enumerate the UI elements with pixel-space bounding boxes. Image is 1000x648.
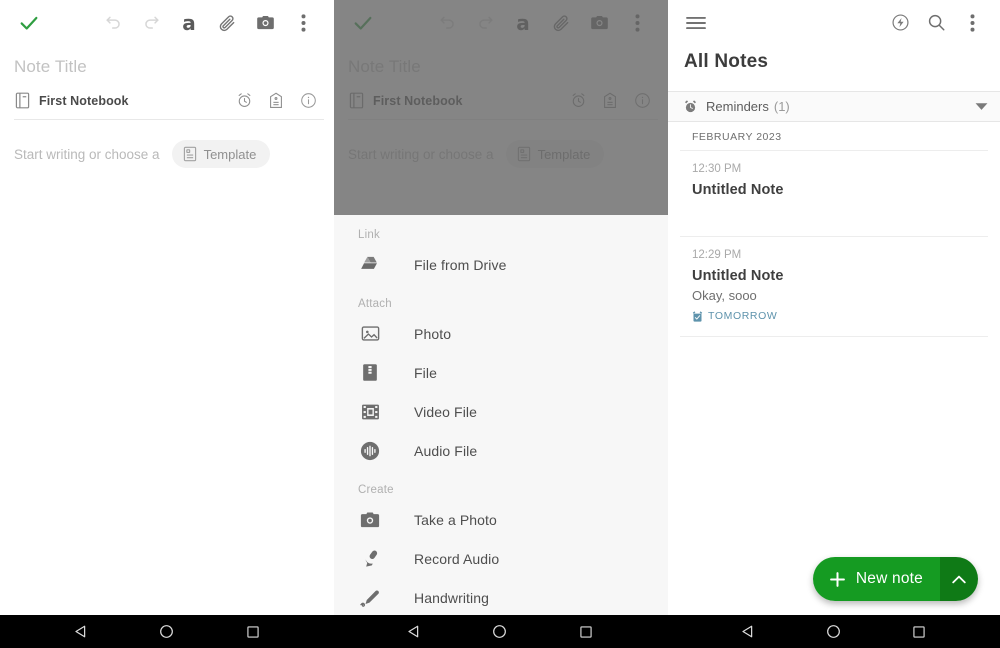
- note-list-item[interactable]: 12:30 PM Untitled Note: [680, 151, 988, 237]
- alarm-icon[interactable]: [228, 88, 260, 114]
- chevron-down-icon[interactable]: [975, 102, 988, 111]
- notes-toolbar: [668, 0, 1000, 45]
- new-note-expand-button[interactable]: [940, 557, 978, 601]
- attachment-bottom-sheet: Link File from Drive Attach: [334, 215, 668, 615]
- quick-note-flash-icon[interactable]: [882, 5, 918, 41]
- back-icon[interactable]: [68, 619, 94, 645]
- home-icon[interactable]: [820, 619, 846, 645]
- notebook-icon: [14, 88, 30, 114]
- template-icon: [183, 146, 197, 162]
- template-chip[interactable]: Template: [172, 140, 271, 168]
- reminders-row[interactable]: Reminders (1): [668, 91, 1000, 122]
- note-time: 12:30 PM: [692, 163, 976, 175]
- editor-body-placeholder[interactable]: Start writing or choose a: [14, 147, 160, 162]
- sheet-item-label: Audio File: [414, 443, 477, 459]
- video-file-icon: [358, 400, 382, 424]
- search-icon[interactable]: [918, 5, 954, 41]
- page-title: All Notes: [668, 45, 1000, 73]
- text-format-label: a: [182, 13, 196, 33]
- sheet-item-label: Photo: [414, 326, 451, 342]
- note-title: Untitled Note: [692, 182, 976, 198]
- editor-body: Start writing or choose a Template: [14, 140, 334, 168]
- overflow-menu-icon[interactable]: [284, 4, 322, 42]
- note-title: Untitled Note: [692, 268, 976, 284]
- alarm-clock-icon: [684, 100, 697, 113]
- sheet-item-file[interactable]: File: [334, 353, 668, 392]
- status-badge: TOMORROW: [692, 310, 976, 322]
- sheet-item-file-from-drive[interactable]: File from Drive: [334, 245, 668, 284]
- sheet-section-label: Attach: [334, 284, 668, 314]
- sheet-item-label: Handwriting: [414, 590, 489, 606]
- attach-paperclip-icon[interactable]: [208, 4, 246, 42]
- reminders-label: Reminders: [706, 99, 769, 114]
- note-list-item[interactable]: 12:29 PM Untitled Note Okay, sooo TOMORR…: [680, 237, 988, 337]
- modal-scrim[interactable]: [334, 0, 668, 215]
- sheet-item-audio-file[interactable]: Audio File: [334, 431, 668, 470]
- panel-all-notes: All Notes Reminders (1) FEBRUARY 2023: [668, 0, 1000, 648]
- info-icon[interactable]: [292, 88, 324, 114]
- notebook-row: First Notebook: [14, 86, 324, 120]
- note-time: 12:29 PM: [692, 249, 976, 261]
- navbar-segment: [0, 615, 333, 648]
- camera-icon[interactable]: [246, 4, 284, 42]
- sheet-section-label: Create: [334, 470, 668, 500]
- redo-icon[interactable]: [132, 4, 170, 42]
- camera-icon: [358, 508, 382, 532]
- tag-icon[interactable]: [260, 88, 292, 114]
- note-snippet: Okay, sooo: [692, 288, 976, 303]
- text-format-icon[interactable]: a: [170, 4, 208, 42]
- sheet-item-label: File: [414, 365, 437, 381]
- file-icon: [358, 361, 382, 385]
- sheet-item-video-file[interactable]: Video File: [334, 392, 668, 431]
- new-note-label: New note: [856, 570, 923, 588]
- navbar-segment: [333, 615, 666, 648]
- confirm-check-icon[interactable]: [14, 8, 44, 38]
- sheet-item-record-audio[interactable]: Record Audio: [334, 539, 668, 578]
- photo-icon: [358, 322, 382, 346]
- microphone-icon: [358, 547, 382, 571]
- editor-toolbar: a: [0, 0, 334, 45]
- audio-file-icon: [358, 439, 382, 463]
- back-icon[interactable]: [734, 619, 760, 645]
- status-badge-label: TOMORROW: [708, 310, 777, 322]
- android-navigation-bar: [0, 615, 1000, 648]
- new-note-button[interactable]: New note: [813, 557, 940, 601]
- screenshot-root: a: [0, 0, 1000, 648]
- sheet-item-label: Record Audio: [414, 551, 499, 567]
- note-title-input[interactable]: Note Title: [0, 45, 334, 77]
- template-chip-label: Template: [204, 147, 257, 162]
- overflow-menu-icon[interactable]: [954, 5, 990, 41]
- sheet-item-label: Take a Photo: [414, 512, 497, 528]
- sheet-item-label: Video File: [414, 404, 477, 420]
- sheet-item-handwriting[interactable]: Handwriting: [334, 578, 668, 617]
- new-note-fab[interactable]: New note: [813, 557, 978, 601]
- recent-apps-icon[interactable]: [906, 619, 932, 645]
- home-icon[interactable]: [487, 619, 513, 645]
- panel-attach-sheet: a: [334, 0, 668, 648]
- notebook-name[interactable]: First Notebook: [39, 94, 129, 108]
- sheet-section-label: Link: [334, 215, 668, 245]
- chevron-up-icon: [952, 575, 966, 584]
- reminders-count: (1): [774, 99, 790, 114]
- month-header: FEBRUARY 2023: [680, 122, 988, 151]
- home-icon[interactable]: [154, 619, 180, 645]
- undo-icon[interactable]: [94, 4, 132, 42]
- sheet-item-photo[interactable]: Photo: [334, 314, 668, 353]
- google-drive-icon: [358, 253, 382, 277]
- hamburger-menu-icon[interactable]: [678, 5, 714, 41]
- note-editor: a: [0, 0, 334, 648]
- sheet-item-take-a-photo[interactable]: Take a Photo: [334, 500, 668, 539]
- sheet-item-label: File from Drive: [414, 257, 507, 273]
- recent-apps-icon[interactable]: [573, 619, 599, 645]
- reminder-badge-icon: [692, 311, 703, 322]
- panel-note-editor: a: [0, 0, 334, 648]
- plus-icon: [829, 571, 846, 588]
- back-icon[interactable]: [401, 619, 427, 645]
- navbar-segment: [667, 615, 1000, 648]
- recent-apps-icon[interactable]: [240, 619, 266, 645]
- handwriting-icon: [358, 586, 382, 610]
